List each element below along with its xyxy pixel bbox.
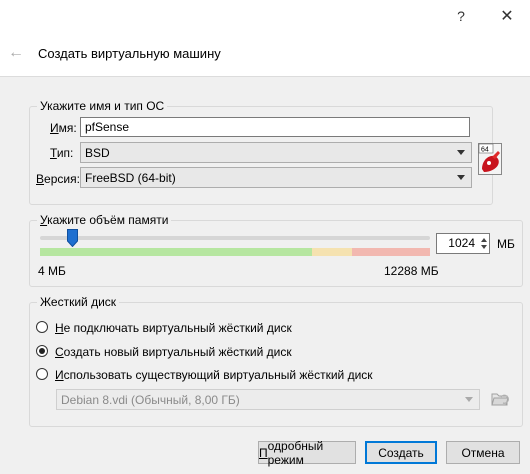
hard-disk-legend: Жесткий диск <box>40 295 117 309</box>
memory-spinbox[interactable]: 1024 <box>436 233 490 254</box>
create-button[interactable]: Создать <box>365 441 437 464</box>
radio-no-disk[interactable] <box>36 321 48 333</box>
folder-open-icon[interactable] <box>491 391 509 407</box>
version-label: Версия: <box>36 172 80 186</box>
help-button[interactable]: ? <box>438 0 484 32</box>
memory-scale-warning <box>312 248 352 256</box>
memory-slider-thumb[interactable] <box>67 229 78 247</box>
memory-min-label: 4 МБ <box>38 264 66 278</box>
radio-existing-disk[interactable] <box>36 368 48 380</box>
type-select[interactable]: BSD <box>80 142 472 163</box>
cancel-button[interactable]: Отмена <box>446 441 520 464</box>
existing-disk-select-value: Debian 8.vdi (Обычный, 8,00 ГБ) <box>61 393 240 407</box>
spin-up-icon[interactable] <box>481 238 487 242</box>
radio-create-disk[interactable] <box>36 345 48 357</box>
memory-scale-safe <box>40 248 312 256</box>
wizard-header: ← Создать виртуальную машину <box>0 32 530 76</box>
name-label: Имя: <box>50 121 77 135</box>
close-button[interactable]: ✕ <box>484 0 530 32</box>
memory-slider-track[interactable] <box>40 236 430 240</box>
memory-scale <box>40 248 430 256</box>
version-select-value: FreeBSD (64-bit) <box>85 171 176 185</box>
type-select-value: BSD <box>85 146 110 160</box>
chevron-down-icon <box>465 397 473 402</box>
chevron-down-icon <box>457 175 465 180</box>
radio-create-disk-label[interactable]: Создать новый виртуальный жёсткий диск <box>55 345 292 359</box>
page-title: Создать виртуальную машину <box>38 46 221 61</box>
os-icon-badge: 64 <box>481 147 489 154</box>
close-icon: ✕ <box>500 8 514 25</box>
expert-mode-button[interactable]: Подробный режим <box>258 439 356 467</box>
existing-disk-select[interactable]: Debian 8.vdi (Обычный, 8,00 ГБ) <box>56 389 480 410</box>
memory-max-label: 12288 МБ <box>384 264 439 278</box>
back-arrow-icon: ← <box>8 44 24 61</box>
radio-no-disk-label[interactable]: Не подключать виртуальный жёсткий диск <box>55 321 292 335</box>
chevron-down-icon <box>457 150 465 155</box>
radio-existing-disk-label[interactable]: Использовать существующий виртуальный жё… <box>55 368 373 382</box>
title-bar: ? ✕ <box>0 0 530 32</box>
memory-value: 1024 <box>448 236 475 250</box>
name-type-legend: Укажите имя и тип ОС <box>40 99 165 113</box>
help-icon: ? <box>457 8 465 24</box>
name-field[interactable]: pfSense <box>80 117 470 137</box>
version-select[interactable]: FreeBSD (64-bit) <box>80 167 472 188</box>
memory-legend: Укажите объём памяти <box>40 213 169 227</box>
type-label: Тип: <box>50 146 74 160</box>
spin-down-icon[interactable] <box>481 245 487 249</box>
memory-scale-danger <box>352 248 430 256</box>
freebsd-os-icon: 64 <box>478 143 502 175</box>
memory-unit: МБ <box>497 237 515 251</box>
